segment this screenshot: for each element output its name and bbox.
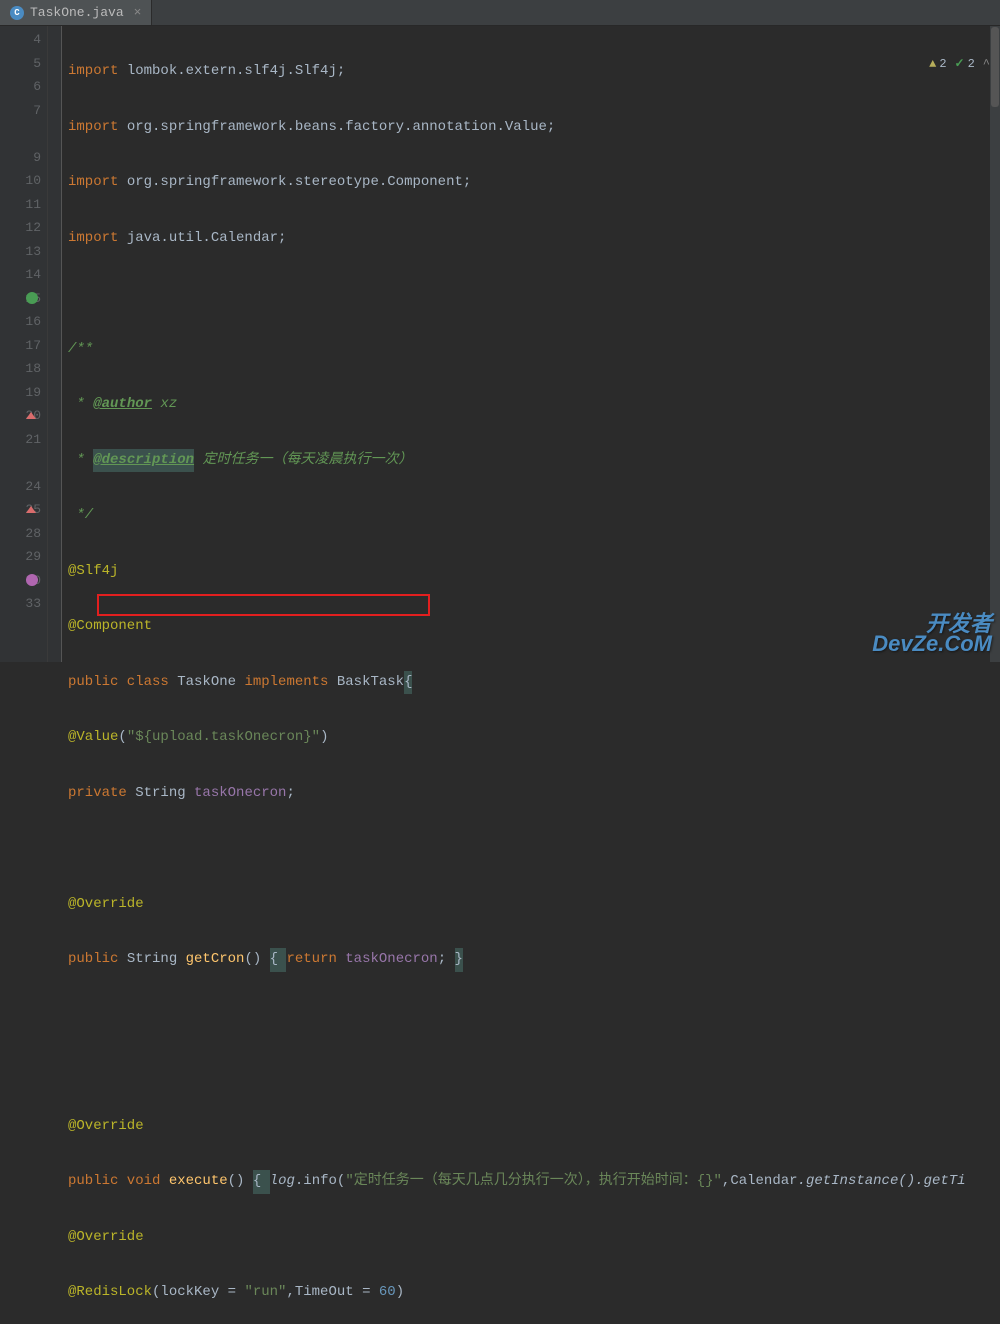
line-number: 4 — [0, 28, 47, 52]
line-gutter: 4 5 6 7 9 10 11 12 13 14 15 16 17 18 19 … — [0, 26, 48, 662]
line-number: 13 — [0, 240, 47, 264]
highlight-box — [97, 594, 430, 616]
line-number: 15 — [0, 287, 47, 311]
line-number: 25 — [0, 498, 47, 522]
line-number: 29 — [0, 545, 47, 569]
line-number: 10 — [0, 169, 47, 193]
tab-bar: C TaskOne.java × — [0, 0, 1000, 26]
typo-icon: ✓ — [955, 56, 965, 71]
line-number: 30 — [0, 569, 47, 593]
line-number: 18 — [0, 357, 47, 381]
line-number: 12 — [0, 216, 47, 240]
fold-column — [48, 26, 62, 662]
override-icon[interactable] — [26, 506, 36, 513]
line-number: 21 — [0, 428, 47, 452]
line-number: 14 — [0, 263, 47, 287]
tab-filename: TaskOne.java — [30, 5, 124, 20]
line-number — [0, 122, 47, 146]
editor[interactable]: 4 5 6 7 9 10 11 12 13 14 15 16 17 18 19 … — [0, 26, 1000, 662]
line-number: 28 — [0, 522, 47, 546]
line-number: 16 — [0, 310, 47, 334]
line-number: 6 — [0, 75, 47, 99]
file-tab[interactable]: C TaskOne.java × — [0, 0, 152, 25]
line-number: 20 — [0, 404, 47, 428]
line-number: 7 — [0, 99, 47, 123]
chevron-up-icon[interactable]: ^ — [983, 57, 990, 71]
override-icon[interactable] — [26, 412, 36, 419]
line-number: 11 — [0, 193, 47, 217]
scroll-thumb[interactable] — [991, 27, 999, 107]
inspection-widget[interactable]: ▲2 ✓2 ^ — [929, 56, 990, 71]
line-number: 33 — [0, 592, 47, 616]
watermark: 开发者 DevZe.CoM — [872, 614, 992, 654]
line-number: 17 — [0, 334, 47, 358]
code-area[interactable]: import lombok.extern.slf4j.Slf4j; import… — [62, 26, 1000, 662]
close-icon[interactable]: × — [134, 5, 142, 20]
line-number: 5 — [0, 52, 47, 76]
line-number: 19 — [0, 381, 47, 405]
line-number — [0, 451, 47, 475]
java-class-icon: C — [10, 6, 24, 20]
vertical-scrollbar[interactable] — [990, 26, 1000, 662]
line-number: 9 — [0, 146, 47, 170]
line-number: 24 — [0, 475, 47, 499]
warning-icon: ▲ — [929, 57, 936, 71]
